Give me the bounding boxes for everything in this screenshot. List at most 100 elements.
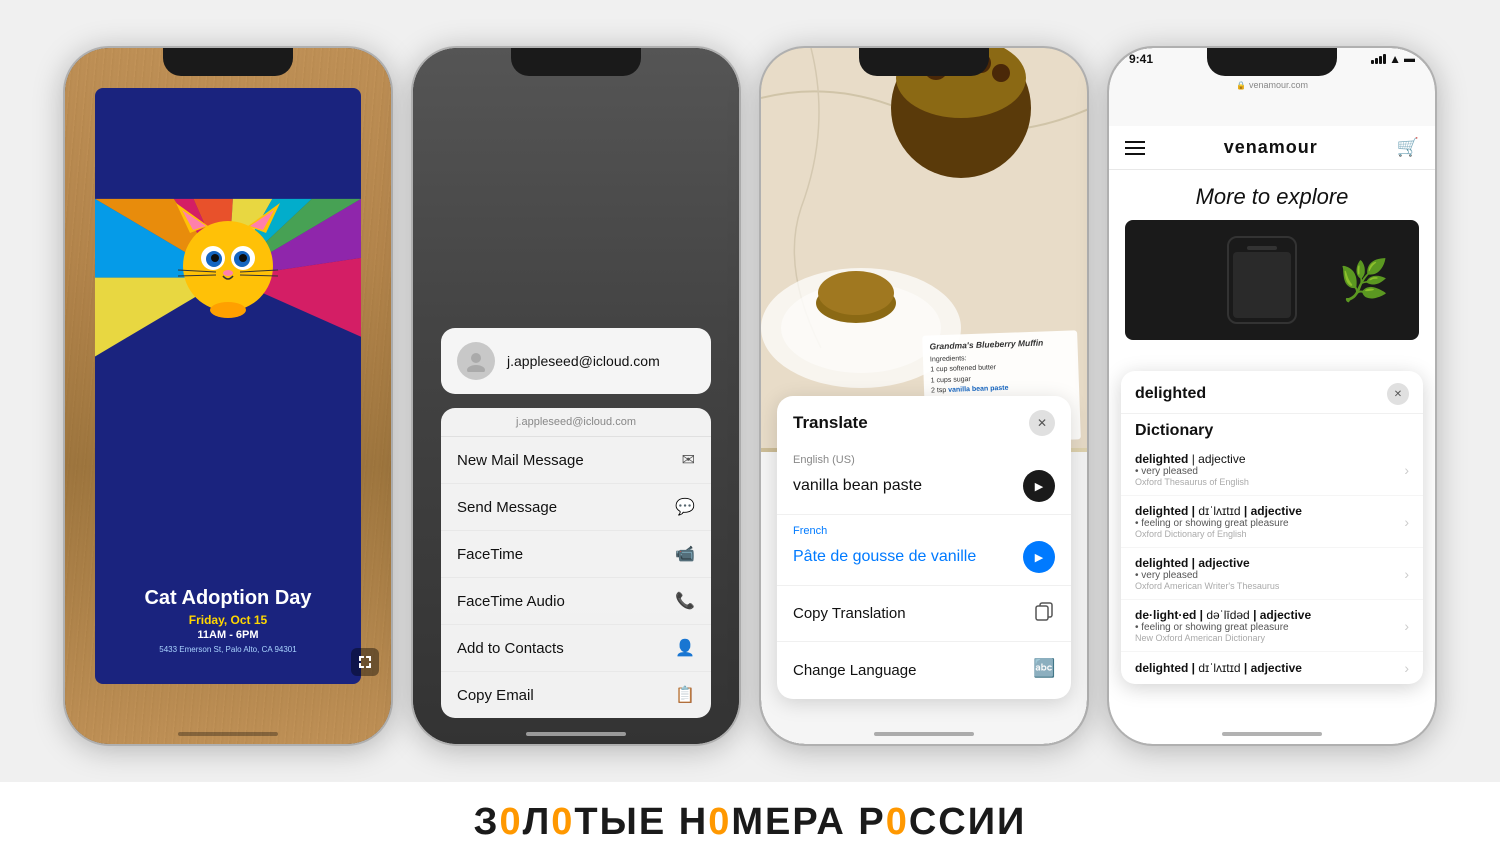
copy-translation-action[interactable]: Copy Translation [777,586,1071,642]
plant-decoration: 🌿 [1339,257,1389,304]
chevron-5: › [1404,660,1409,676]
chevron-3: › [1404,566,1409,582]
screenshot-icon[interactable] [351,648,379,676]
change-language-action[interactable]: Change Language 🔤 [777,642,1071,699]
cat-face [168,198,288,318]
bar-4 [1383,54,1386,64]
main-container: Cat Adoption Day Friday, Oct 15 11AM - 6… [0,0,1500,862]
dict-entry-3[interactable]: delighted | adjective • very pleased Oxf… [1121,548,1423,600]
dict-entry-4[interactable]: de·light·ed | dəˈlīdəd | adjective • fee… [1121,600,1423,652]
dict-source-2: Oxford Dictionary of English [1135,529,1404,539]
battery-icon: ▬ [1404,53,1415,65]
dict-term-1: delighted | adjective [1135,452,1404,466]
menu-item-facetime[interactable]: FaceTime 📹 [441,531,711,578]
browser-url-text: venamour.com [1249,80,1308,90]
highlight-0-2: 0 [551,801,574,843]
status-icons: ▲ ▬ [1371,52,1415,66]
target-lang-label: French [793,525,1055,537]
new-mail-label: New Mail Message [457,452,584,469]
menu-item-add-contacts[interactable]: Add to Contacts 👤 [441,625,711,672]
cat-poster-hours: 11AM - 6PM [95,629,361,641]
add-contacts-label: Add to Contacts [457,640,564,657]
chevron-4: › [1404,618,1409,634]
venamour-header: venamour 🛒 [1109,126,1435,170]
notch-3 [859,48,989,76]
source-lang-label: English (US) [793,454,1055,466]
phone-2: j.appleseed@icloud.com j.appleseed@iclou… [411,46,741,746]
menu-item-facetime-audio[interactable]: FaceTime Audio 📞 [441,578,711,625]
copy-translation-label: Copy Translation [793,605,906,622]
phones-row: Cat Adoption Day Friday, Oct 15 11AM - 6… [0,0,1500,782]
product-image: 🌿 [1125,220,1419,340]
highlight-0-4: 0 [886,801,909,843]
copy-icon: 📋 [675,685,695,705]
highlight-0-1: 0 [499,801,522,843]
home-bar-2 [526,732,626,736]
bottom-banner: З0Л0ТЫЕ Н0МЕРА Р0ССИИ [0,782,1500,862]
dict-entry-1[interactable]: delighted | adjective • very pleased Oxf… [1121,444,1423,496]
dict-source-1: Oxford Thesaurus of English [1135,477,1404,487]
bar-3 [1379,56,1382,64]
email-card[interactable]: j.appleseed@icloud.com [441,328,711,394]
send-message-label: Send Message [457,499,557,516]
translate-panel: Translate ✕ English (US) vanilla bean pa… [777,396,1071,699]
hamburger-menu[interactable] [1125,141,1145,155]
context-menu-header: j.appleseed@icloud.com [441,408,711,437]
phone-screen-mini [1233,252,1291,318]
page-title: More to explore [1109,170,1435,220]
cat-poster-title: Cat Adoption Day [95,587,361,609]
dict-entry-3-content: delighted | adjective • very pleased Oxf… [1135,556,1404,591]
home-bar-4 [1222,732,1322,736]
menu-item-copy-email[interactable]: Copy Email 📋 [441,672,711,718]
chevron-2: › [1404,514,1409,530]
dict-entry-1-content: delighted | adjective • very pleased Oxf… [1135,452,1404,487]
browser-url-bar: 🔒 venamour.com [1236,80,1308,90]
avatar [457,342,495,380]
cart-icon[interactable]: 🛒 [1397,137,1419,158]
copy-icon-svg [1033,600,1055,622]
translate-title: Translate [793,413,868,433]
dict-term-3: delighted | adjective [1135,556,1404,570]
translate-panel-header: Translate ✕ [777,396,1071,446]
target-text: Pâte de gousse de vanille [793,548,976,566]
dict-close-button[interactable]: ✕ [1387,383,1409,405]
product-phone [1227,236,1297,324]
contacts-icon: 👤 [675,638,695,658]
dict-term-4: de·light·ed | dəˈlīdəd | adjective [1135,608,1404,622]
phone-2-inner: j.appleseed@icloud.com j.appleseed@iclou… [413,48,739,744]
menu-item-new-mail[interactable]: New Mail Message ✉ [441,437,711,484]
copy-translation-icon [1033,600,1055,627]
dict-entry-5[interactable]: delighted | dɪˈlʌɪtɪd | adjective › [1121,652,1423,684]
muffin-background: Grandma's Blueberry Muffin Ingredients:1… [761,48,1087,452]
cat-poster-date: Friday, Oct 15 [95,613,361,627]
phone4-screen: 9:41 ▲ ▬ [1109,48,1435,744]
dict-header: delighted ✕ [1121,371,1423,414]
email-address: j.appleseed@icloud.com [507,353,660,369]
brand-name: venamour [1224,137,1318,158]
mail-icon: ✉ [682,450,695,470]
notch-4 [1207,48,1337,76]
phone-4-inner: 9:41 ▲ ▬ [1109,48,1435,744]
facetime-label: FaceTime [457,546,523,563]
phone-icon: 📞 [675,591,695,611]
play-source-button[interactable]: ▶ [1023,470,1055,502]
message-icon: 💬 [675,497,695,517]
dict-word: delighted [1135,385,1206,403]
dictionary-popup: delighted ✕ Dictionary delighted | adjec… [1121,371,1423,684]
cat-poster: Cat Adoption Day Friday, Oct 15 11AM - 6… [95,88,361,684]
play-target-button[interactable]: ▶ [1023,541,1055,573]
avatar-icon [465,350,487,372]
lock-icon: 🔒 [1236,81,1246,90]
translate-icon-svg: 🔤 [1031,656,1055,680]
chevron-1: › [1404,462,1409,478]
dict-entry-4-content: de·light·ed | dəˈlīdəd | adjective • fee… [1135,608,1404,643]
bar-2 [1375,58,1378,64]
hamburger-line-2 [1125,147,1145,149]
highlight-0-3: 0 [708,801,731,843]
translate-close-button[interactable]: ✕ [1029,410,1055,436]
signal-bars [1371,54,1386,64]
phone3-screen: Grandma's Blueberry Muffin Ingredients:1… [761,48,1087,744]
phone-3: Grandma's Blueberry Muffin Ingredients:1… [759,46,1089,746]
menu-item-send-message[interactable]: Send Message 💬 [441,484,711,531]
dict-entry-2[interactable]: delighted | dɪˈlʌɪtɪd | adjective • feel… [1121,496,1423,548]
